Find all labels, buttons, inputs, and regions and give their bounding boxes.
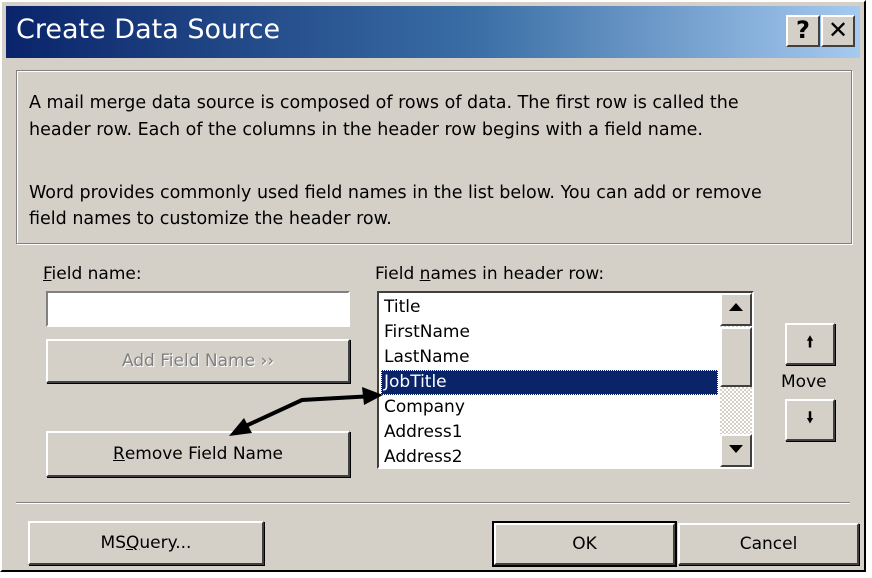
annotation-arrowhead-right: [362, 387, 383, 405]
ms-query-button[interactable]: MS Query...: [28, 521, 264, 565]
create-data-source-dialog: Create Data Source ? ✕ A mail merge data…: [0, 0, 866, 572]
ms-query-access-key: Q: [126, 533, 140, 553]
cancel-button[interactable]: Cancel: [678, 523, 859, 565]
separator: [16, 502, 850, 504]
annotation-arrow: [229, 387, 383, 436]
annotation-arrowhead-left: [229, 418, 252, 436]
ms-query-prefix: MS: [100, 533, 126, 553]
annotation-arrow-line: [236, 394, 375, 432]
ms-query-label: uery...: [139, 533, 192, 553]
ok-button[interactable]: OK: [492, 521, 677, 567]
